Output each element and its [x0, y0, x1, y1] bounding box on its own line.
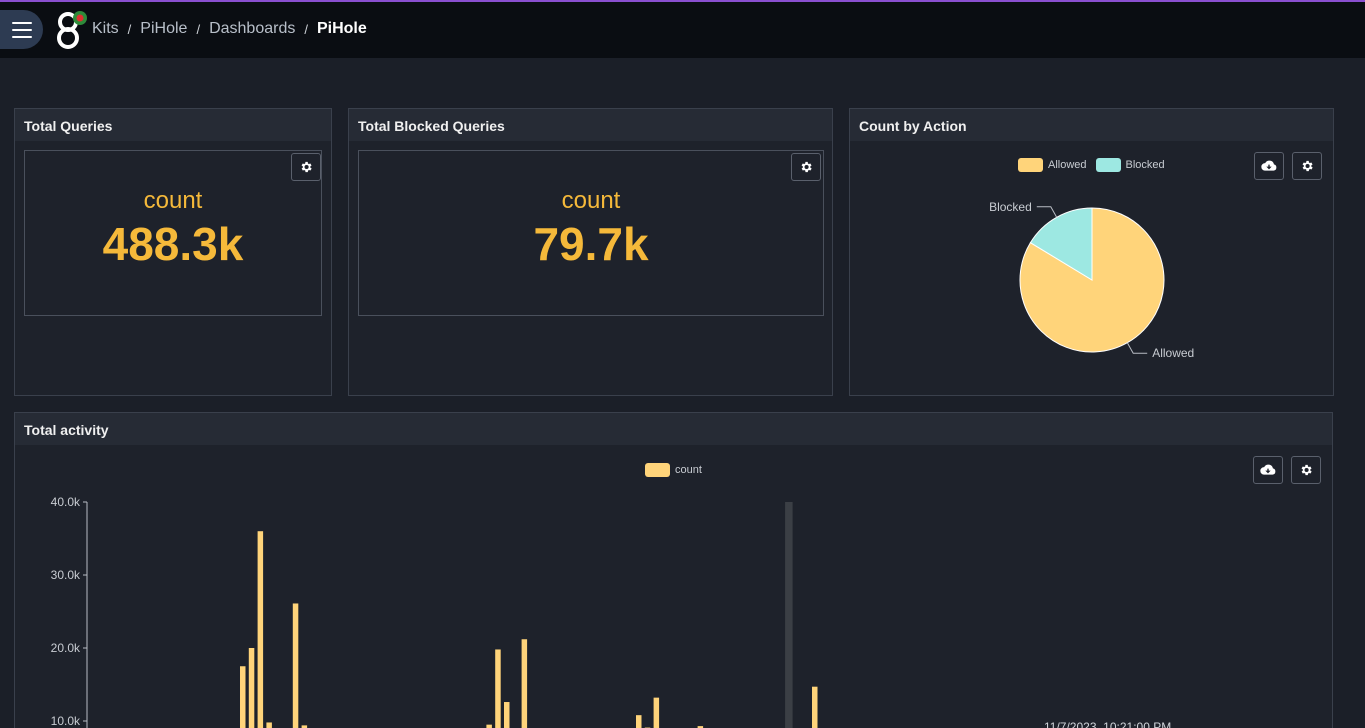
stat-box: count 79.7k [358, 150, 824, 316]
pie-label-line [1036, 206, 1058, 218]
pie-slice-label: Blocked [989, 200, 1032, 214]
app-logo[interactable] [56, 10, 90, 50]
bar [486, 724, 492, 728]
bar [292, 603, 299, 728]
breadcrumb-separator: / [304, 21, 308, 37]
y-tick-label: 10.0k [51, 714, 81, 728]
gear-icon [801, 161, 812, 173]
bar-chart: 10.0k 20.0k 30.0k 40.0k 11/7/2023, 10:21:00 … [51, 495, 1171, 728]
gear-icon [301, 161, 312, 173]
panel-title: Total Queries [15, 109, 331, 141]
breadcrumb-separator: / [127, 21, 132, 37]
stat-value: 488.3k [102, 218, 244, 270]
bar [653, 697, 660, 728]
breadcrumb-dashboards[interactable]: Dashboards [209, 20, 295, 38]
y-tick-label: 40.0k [51, 495, 81, 509]
total-activity-panel: Total activity count 10.0k 20.0k 30.0k 40.0… [14, 412, 1333, 728]
hamburger-icon [11, 21, 32, 38]
menu-button[interactable] [0, 10, 43, 49]
breadcrumb: Kits / PiHole / Dashboards / PiHole [92, 20, 367, 38]
breadcrumb-current: PiHole [316, 20, 367, 37]
breadcrumb-kits[interactable]: Kits [92, 20, 119, 38]
bar [248, 648, 255, 728]
bar [812, 686, 818, 728]
tooltip-label: 11/7/2023, 10:21:00 PM [1044, 720, 1171, 728]
panel-title: Total Blocked Queries [349, 109, 832, 141]
y-tick-label: 20.0k [51, 641, 81, 655]
hover-highlight [785, 502, 793, 728]
bar [504, 702, 510, 728]
settings-button[interactable] [791, 153, 821, 181]
pie-slice-label: Allowed [1152, 346, 1194, 360]
stat-value: 79.7k [533, 218, 649, 270]
settings-button[interactable] [291, 153, 321, 181]
total-blocked-panel: Total Blocked Queries count 79.7k [348, 108, 833, 396]
stat-label: count [561, 187, 621, 214]
breadcrumb-separator: / [196, 21, 201, 37]
y-tick-label: 30.0k [51, 568, 81, 582]
top-bar: Kits / PiHole / Dashboards / PiHole [0, 2, 1365, 58]
bar [257, 531, 264, 728]
count-by-action-panel: Count by Action Allowed Blocked Allowed B… [849, 108, 1334, 396]
pie-chart: Allowed Blocked [989, 200, 1194, 360]
stat-box: count 488.3k [24, 150, 322, 316]
breadcrumb-pihole[interactable]: PiHole [140, 20, 187, 38]
bar [521, 639, 528, 728]
bar [495, 649, 501, 728]
pie-label-line [1126, 342, 1148, 354]
total-queries-panel: Total Queries count 488.3k [14, 108, 332, 396]
stat-label: count [143, 187, 203, 214]
bar [266, 722, 272, 728]
bar [636, 715, 642, 728]
bar [240, 666, 246, 728]
